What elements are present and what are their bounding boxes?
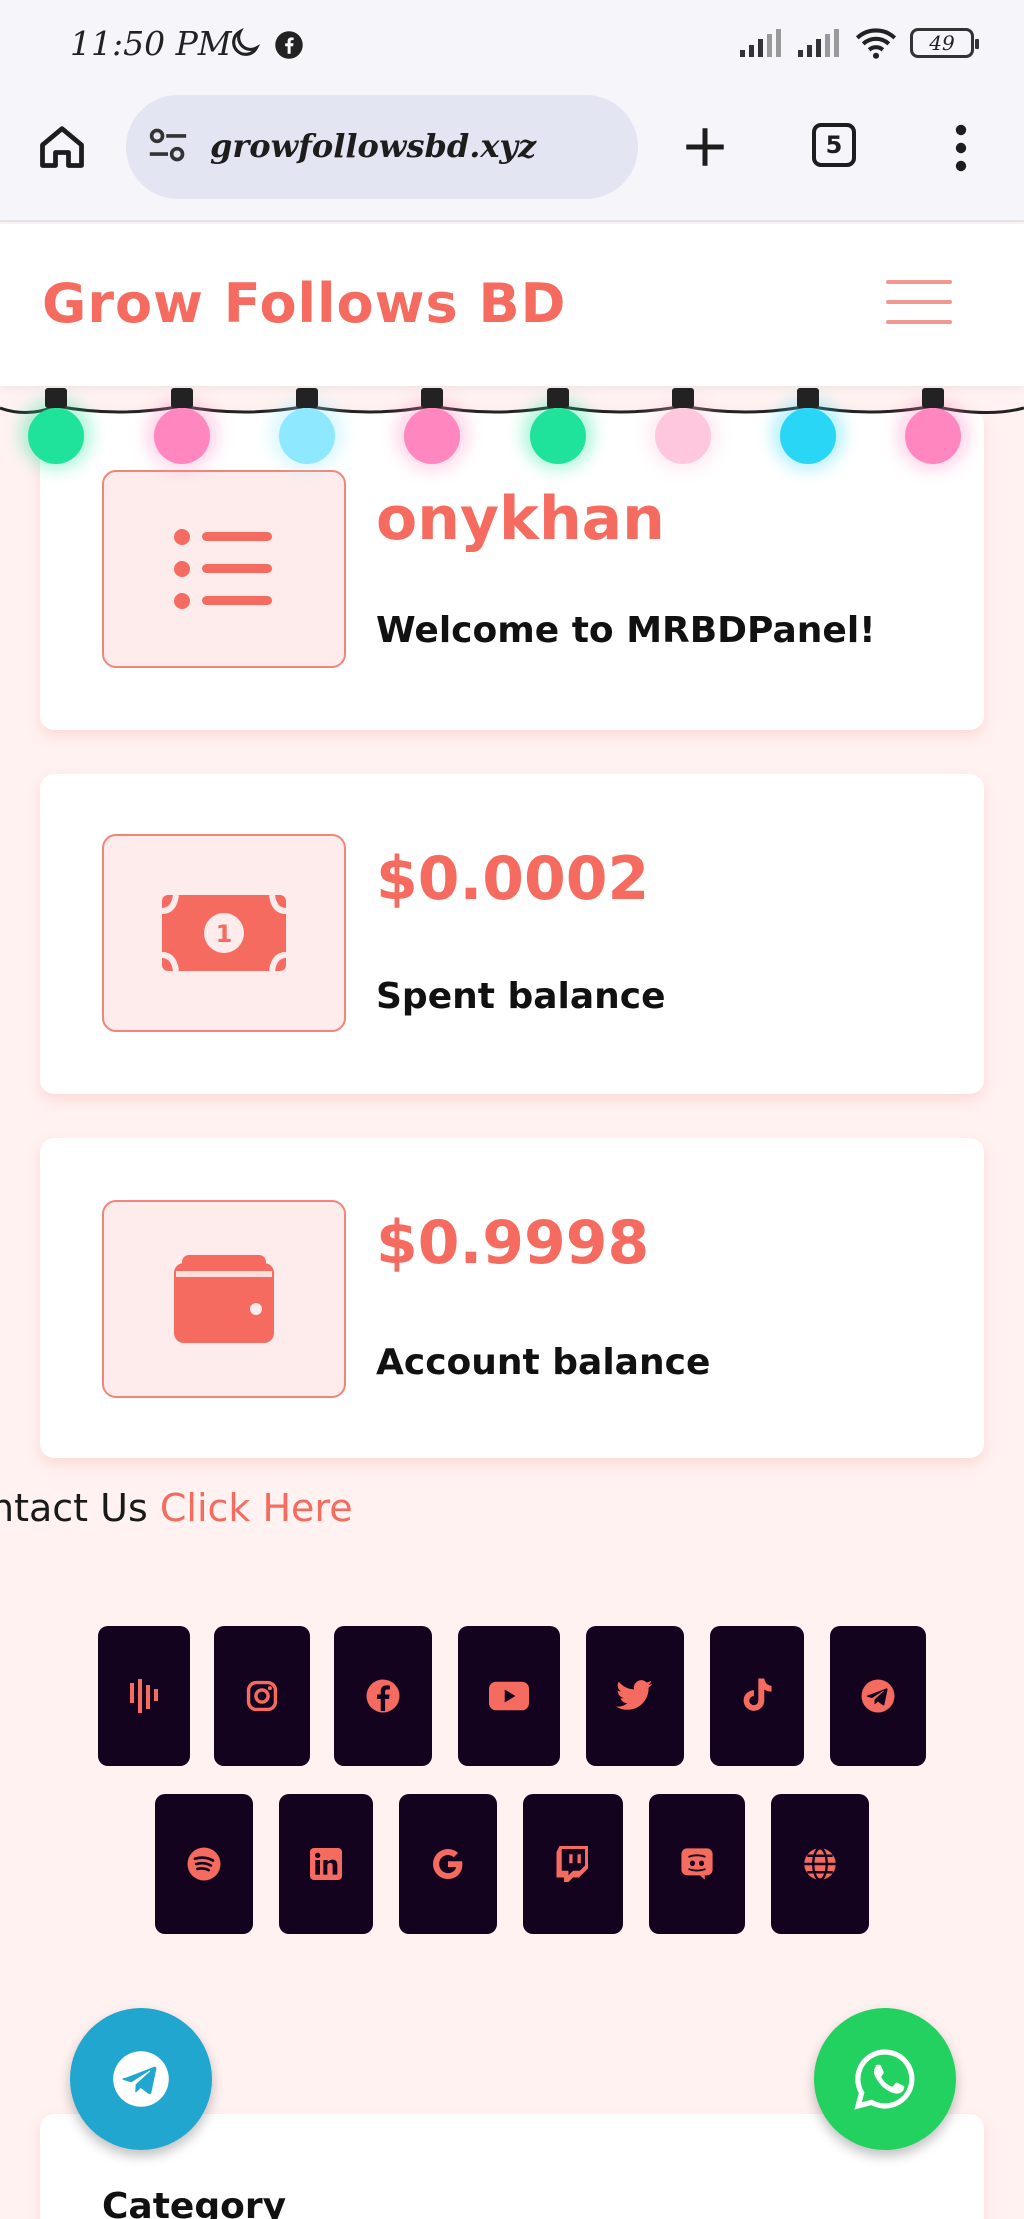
youtube-icon bbox=[489, 1681, 529, 1711]
light-bulb bbox=[154, 408, 210, 464]
spotify-button[interactable] bbox=[155, 1794, 253, 1934]
account-balance-card: $0.9998 Account balance bbox=[40, 1138, 984, 1458]
category-title: Category bbox=[102, 2186, 287, 2219]
twitter-button[interactable] bbox=[586, 1626, 684, 1766]
signal-icon bbox=[740, 29, 781, 57]
money-bill-icon: 1 bbox=[162, 895, 286, 971]
contact-link[interactable]: Click Here bbox=[160, 1486, 353, 1530]
moon-icon bbox=[232, 27, 261, 56]
spotify-icon bbox=[187, 1847, 221, 1881]
telegram-button[interactable] bbox=[830, 1626, 926, 1766]
address-bar[interactable]: growfollowsbd.xyz bbox=[126, 95, 638, 199]
light-bulb bbox=[780, 408, 836, 464]
bulb-cap bbox=[922, 388, 944, 408]
globe-icon bbox=[804, 1847, 836, 1881]
bulb-cap bbox=[421, 388, 443, 408]
bulb-cap bbox=[296, 388, 318, 408]
twitter-icon bbox=[616, 1680, 653, 1710]
bulb-cap bbox=[672, 388, 694, 408]
telegram-icon bbox=[861, 1679, 895, 1713]
bulb-cap bbox=[547, 388, 569, 408]
facebook-button[interactable] bbox=[334, 1626, 432, 1766]
linkedin-icon bbox=[310, 1848, 342, 1880]
youtube-button[interactable] bbox=[458, 1626, 560, 1766]
whatsapp-icon bbox=[854, 2049, 915, 2110]
wallet-icon bbox=[174, 1255, 274, 1343]
light-bulb bbox=[279, 408, 335, 464]
social-row-1 bbox=[0, 1626, 1024, 1766]
telegram-chat-button[interactable] bbox=[70, 2008, 212, 2150]
spent-balance-card: 1 $0.0002 Spent balance bbox=[40, 774, 984, 1094]
site-brand[interactable]: Grow Follows BD bbox=[42, 272, 566, 335]
social-row-2 bbox=[0, 1794, 1024, 1934]
welcome-text: Welcome to MRBDPanel! bbox=[376, 610, 876, 651]
account-balance-label: Account balance bbox=[376, 1342, 711, 1383]
bulb-cap bbox=[797, 388, 819, 408]
tab-switcher-button[interactable]: 5 bbox=[812, 123, 856, 167]
browser-toolbar: growfollowsbd.xyz 5 bbox=[0, 92, 1024, 222]
light-bulb bbox=[28, 408, 84, 464]
card-icon-box bbox=[102, 1200, 346, 1398]
discord-icon bbox=[681, 1848, 713, 1880]
audiomack-icon bbox=[130, 1679, 158, 1713]
light-bulb bbox=[530, 408, 586, 464]
status-bar: 11:50 PM 49 bbox=[0, 0, 1024, 92]
site-settings-icon[interactable] bbox=[146, 125, 190, 165]
spent-balance-value: $0.0002 bbox=[376, 844, 650, 914]
instagram-button[interactable] bbox=[214, 1626, 310, 1766]
google-button[interactable] bbox=[399, 1794, 497, 1934]
contact-line: ntact Us Click Here bbox=[0, 1486, 353, 1530]
tiktok-button[interactable] bbox=[710, 1626, 804, 1766]
wifi-icon bbox=[855, 28, 897, 59]
list-icon bbox=[174, 529, 272, 609]
audiomack-button[interactable] bbox=[98, 1626, 190, 1766]
bulb-cap bbox=[171, 388, 193, 408]
linkedin-button[interactable] bbox=[279, 1794, 373, 1934]
tiktok-icon bbox=[743, 1678, 772, 1711]
facebook-notification-icon bbox=[275, 31, 303, 59]
hamburger-menu-icon[interactable] bbox=[886, 280, 952, 326]
account-balance-value: $0.9998 bbox=[376, 1208, 650, 1278]
website-button[interactable] bbox=[771, 1794, 869, 1934]
svg-text:1: 1 bbox=[216, 920, 233, 948]
username: onykhan bbox=[376, 484, 665, 554]
more-options-icon[interactable] bbox=[954, 124, 968, 172]
status-time: 11:50 PM bbox=[70, 24, 232, 63]
new-tab-icon[interactable] bbox=[680, 122, 730, 172]
bulb-cap bbox=[45, 388, 67, 408]
card-icon-box bbox=[102, 470, 346, 668]
light-bulb bbox=[404, 408, 460, 464]
card-icon-box: 1 bbox=[102, 834, 346, 1032]
battery-indicator: 49 bbox=[910, 28, 979, 58]
google-icon bbox=[432, 1849, 463, 1879]
discord-button[interactable] bbox=[649, 1794, 745, 1934]
facebook-icon bbox=[366, 1679, 400, 1713]
twitch-icon bbox=[556, 1846, 588, 1882]
url-text: growfollowsbd.xyz bbox=[210, 127, 537, 165]
light-bulb bbox=[655, 408, 711, 464]
twitch-button[interactable] bbox=[523, 1794, 623, 1934]
whatsapp-chat-button[interactable] bbox=[814, 2008, 956, 2150]
instagram-icon bbox=[246, 1680, 278, 1712]
site-header: Grow Follows BD bbox=[0, 224, 1024, 386]
contact-prefix: ntact Us bbox=[0, 1486, 148, 1530]
home-icon[interactable] bbox=[36, 120, 88, 172]
telegram-plane-icon bbox=[113, 2051, 169, 2107]
spent-balance-label: Spent balance bbox=[376, 976, 666, 1017]
light-bulb bbox=[905, 408, 961, 464]
string-lights-decoration bbox=[0, 388, 1024, 470]
signal-icon-2 bbox=[798, 29, 839, 57]
